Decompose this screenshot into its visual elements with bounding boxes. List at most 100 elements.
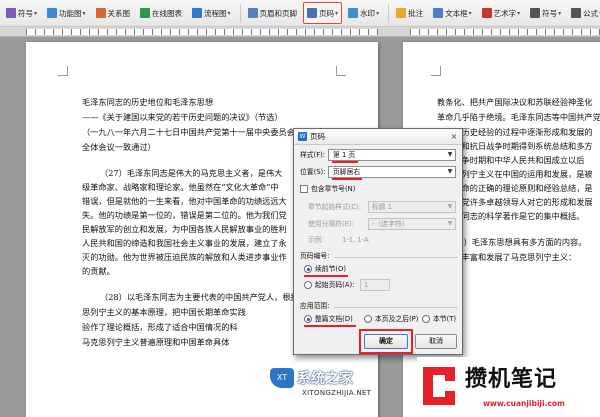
group-divider — [334, 257, 458, 258]
formula-icon — [571, 8, 582, 18]
annotation-underline — [304, 325, 356, 327]
toolbar-button-label: 水印 — [360, 8, 376, 18]
paragraph-line: 验作了理论概括，形成了适合中国情况的科 — [82, 322, 238, 332]
chevron-down-icon: ▼ — [447, 151, 453, 158]
annotation-box — [359, 329, 413, 354]
paragraph-line: ——《关于建国以来党的若干历史问题的决议》（节选） — [82, 112, 283, 122]
example-label: 示例: — [308, 236, 324, 244]
chevron-down-icon: ▼ — [447, 168, 453, 175]
apply-after-label: 本页及之后(P) — [375, 315, 419, 323]
xitongzhijia-name: 系统之家 — [297, 371, 353, 387]
include-chapter-checkbox[interactable] — [300, 185, 308, 193]
cuanjibiji-url: www.cuanjibiji.com — [483, 399, 565, 408]
relation-chart-icon — [95, 8, 106, 18]
group-divider — [334, 307, 458, 308]
chapter-start-style-label: 章节起始样式(C): — [308, 203, 362, 211]
paragraph-line: 革命几乎陷于绝境。毛泽东同志等中国共产党 — [437, 112, 600, 122]
continue-prev-radio[interactable] — [304, 265, 312, 273]
chevron-down-icon: ▼ — [447, 203, 453, 210]
comment-icon — [396, 8, 407, 18]
toolbar-button-label: 功能图 — [59, 8, 82, 18]
include-chapter-label: 包含章节号(N) — [311, 185, 356, 193]
chapter-start-style-value: 标题 1 — [372, 203, 393, 211]
chevron-down-icon: ▾ — [468, 9, 472, 17]
apply-after-radio[interactable] — [364, 315, 372, 323]
toolbar-button-label: 批注 — [408, 8, 424, 18]
toolbar-separator — [388, 4, 390, 22]
cuanjibiji-logo-icon — [423, 367, 455, 405]
apply-whole-radio[interactable] — [304, 315, 312, 323]
apply-section-label: 本节(T) — [433, 315, 457, 323]
paragraph-line: 民解放军的创立和发展，为中国各族人民解放事业的胜利 — [82, 224, 287, 234]
toolbar-button-12[interactable]: 公式▾ — [567, 2, 600, 24]
page-number-dialog: W 页码 × 样式(F): 第 1 页 ▼ 位置(S): 页脚居右 ▼ 包含章节… — [293, 128, 463, 355]
toolbar-button-label: 艺术字 — [493, 8, 517, 18]
chevron-down-icon: ▼ — [447, 220, 453, 227]
apply-group-label: 应用范围: — [300, 302, 330, 310]
wps-writer-icon: W — [298, 132, 307, 141]
chevron-down-icon: ▾ — [82, 9, 86, 17]
cuanjibiji-name: 攒机笔记 — [465, 367, 558, 392]
toolbar-button-3[interactable]: 在线图表 — [136, 2, 186, 24]
toolbar-button-8[interactable]: 批注 — [392, 2, 427, 24]
toolbar-button-1[interactable]: 功能图 ▾ — [43, 2, 90, 24]
chevron-down-icon: ▾ — [558, 9, 562, 17]
paragraph-line: （一九八一年六月二十七日中国共产党第十一届中央委员会 — [82, 127, 295, 137]
toolbar-button-9[interactable]: 文本框 ▾ — [429, 2, 476, 24]
toolbar-button-4[interactable]: 流程图 ▾ — [188, 2, 235, 24]
paragraph-line: 灭的功勋。他为世界被压迫民族的解放和人类进步事业作 — [82, 252, 287, 262]
dialog-title-bar[interactable]: W 页码 — [294, 129, 462, 145]
toolbar-button-11[interactable]: 符号 ▾ — [526, 2, 565, 24]
start-at-spinner[interactable]: 1 — [360, 279, 390, 291]
ribbon-toolbar: 符号 ▾ 功能图 ▾ 关系图 在线图表 流程图 ▾ 页眉和页脚 页码 ▾ 水印 ▾ 批注 文本框 ▾ 艺术字 ▾ 符… — [0, 0, 600, 27]
chevron-down-icon: ▾ — [335, 9, 339, 17]
style-label: 样式(F): — [300, 151, 326, 159]
toolbar-button-2[interactable]: 关系图 — [92, 2, 135, 24]
header-footer-icon — [247, 8, 258, 18]
chevron-down-icon: ▾ — [517, 9, 521, 17]
start-at-value: 1 — [364, 281, 369, 289]
toolbar-button-7[interactable]: 水印 ▾ — [344, 2, 383, 24]
toolbar-button-6[interactable]: 页码 ▾ — [303, 2, 343, 24]
paragraph-line: 全体会议一致通过） — [82, 142, 156, 152]
paragraph-line: （29）毛泽东思想具有多方面的内容。 — [445, 237, 587, 247]
example-value: 1-1, 1-A — [342, 236, 369, 244]
xitongzhijia-url: XITONGZHIJIA.NET — [302, 389, 372, 397]
toolbar-button-label: 页眉和页脚 — [259, 8, 298, 18]
paragraph-line: 错误，但是就他的一生来看，他对中国革命的功绩远远大 — [82, 196, 287, 206]
chapter-start-style-select[interactable]: 标题 1 ▼ — [368, 201, 456, 213]
paragraph-line: 毛泽东同志的历史地位和毛泽东思想 — [82, 97, 214, 107]
cuanjibiji-watermark: 攒机笔记 www.cuanjibiji.com — [417, 357, 600, 417]
textbox-icon — [433, 8, 444, 18]
horizontal-ruler — [0, 27, 600, 37]
flowchart-icon — [192, 8, 203, 18]
xitongzhijia-watermark: XT 系统之家 — [270, 367, 353, 389]
margin-corner-mark — [336, 66, 346, 76]
close-icon[interactable]: × — [448, 131, 460, 142]
numbering-group-label: 页码编号: — [300, 252, 330, 260]
toolbar-button-0[interactable]: 符号 ▾ — [2, 2, 41, 24]
annotation-underline — [332, 161, 358, 163]
chevron-down-icon: ▾ — [227, 9, 231, 17]
style-select[interactable]: 第 1 页 ▼ — [328, 149, 456, 161]
toolbar-button-5[interactable]: 页眉和页脚 — [244, 2, 302, 24]
position-label: 位置(S): — [300, 168, 326, 176]
ruler-scale-left — [26, 29, 378, 35]
cancel-button[interactable]: 取消 — [415, 334, 457, 349]
symbol-icon — [6, 8, 16, 18]
toolbar-button-10[interactable]: 艺术字 ▾ — [478, 2, 525, 24]
position-select[interactable]: 页脚居右 ▼ — [328, 166, 456, 178]
paragraph-line: （27）毛泽东同志是伟大的马克思主义者，是伟大 — [100, 168, 283, 178]
separator-select[interactable]: -（连字符） ▼ — [368, 218, 456, 230]
wordart-icon — [481, 8, 492, 18]
toolbar-button-label: 文本框 — [445, 8, 468, 18]
toolbar-button-label: 在线图表 — [152, 8, 183, 18]
ruler-scale-right — [410, 29, 600, 35]
apply-section-radio[interactable] — [422, 315, 430, 323]
toolbar-separator — [239, 4, 241, 22]
paragraph-line: 级革命家、战略家和理论家。他虽然在“文化大革命”中 — [82, 182, 279, 192]
paragraph-line: （28）以毛泽东同志为主要代表的中国共产党人，根据 — [100, 292, 299, 302]
toolbar-button-label: 符号 — [18, 8, 33, 18]
start-at-radio[interactable] — [304, 281, 312, 289]
start-at-label: 起始页码(A): — [315, 281, 355, 289]
